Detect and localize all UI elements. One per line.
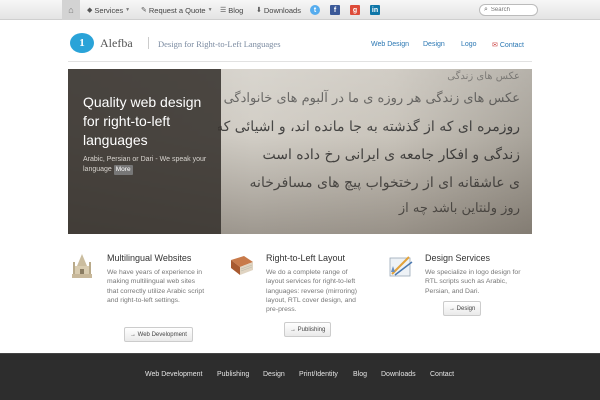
nav-contact[interactable]: ✉ Contact bbox=[492, 41, 524, 49]
footer-link-design[interactable]: Design bbox=[263, 371, 285, 378]
nav-design[interactable]: Design bbox=[423, 41, 445, 48]
chevron-down-icon: ▼ bbox=[207, 7, 213, 13]
footer-link-publishing[interactable]: Publishing bbox=[217, 371, 249, 378]
downloads-label: Downloads bbox=[263, 5, 301, 15]
footer-link-blog[interactable]: Blog bbox=[353, 371, 367, 378]
feature-title-rtl-layout: Right-to-Left Layout bbox=[266, 253, 346, 263]
monument-icon bbox=[72, 254, 92, 278]
publishing-button[interactable]: → Publishing bbox=[284, 322, 332, 337]
footer: Web Development Publishing Design Print/… bbox=[0, 353, 600, 400]
downloads-link[interactable]: ⬇ Downloads bbox=[256, 0, 301, 20]
google-plus-icon[interactable]: g bbox=[350, 5, 360, 15]
home-icon: ⌂ bbox=[68, 5, 74, 15]
home-button[interactable]: ⌂ bbox=[62, 0, 80, 20]
feature-text-multilingual: We have years of experience in making mu… bbox=[107, 269, 205, 304]
hero-title: Quality web design for right-to-left lan… bbox=[83, 94, 202, 148]
pencil-icon: ✎ bbox=[141, 7, 147, 14]
feature-title-multilingual: Multilingual Websites bbox=[107, 253, 192, 263]
design-tools-icon bbox=[389, 256, 413, 277]
facebook-icon[interactable]: f bbox=[330, 5, 340, 15]
services-menu[interactable]: ◆ Services ▼ bbox=[87, 0, 130, 20]
hero-banner: عکس های زندگی عکس های زندگی هر روزه ی ما… bbox=[68, 69, 532, 234]
request-quote-menu[interactable]: ✎ Request a Quote ▼ bbox=[141, 0, 213, 20]
search-input[interactable] bbox=[490, 7, 531, 13]
footer-link-downloads[interactable]: Downloads bbox=[381, 371, 416, 378]
book-icon bbox=[231, 256, 253, 275]
chevron-down-icon: ▼ bbox=[125, 7, 131, 13]
logo-glyph: 1 bbox=[79, 37, 85, 49]
feature-text-rtl-layout: We do a complete range of layout service… bbox=[266, 269, 358, 314]
download-icon: ⬇ bbox=[256, 7, 262, 14]
header-divider bbox=[68, 61, 532, 62]
nav-contact-label: Contact bbox=[499, 42, 524, 49]
search-icon[interactable]: ⌕ bbox=[484, 6, 488, 14]
design-button[interactable]: → Design bbox=[443, 301, 482, 316]
hero-caption: Quality web design for right-to-left lan… bbox=[68, 69, 221, 234]
logo-mark[interactable]: 1 bbox=[70, 33, 94, 53]
nav-logo[interactable]: Logo bbox=[461, 41, 477, 48]
blog-label: Blog bbox=[228, 5, 244, 15]
twitter-icon[interactable]: t bbox=[310, 5, 320, 15]
feature-text-design-services: We specialize in logo design for RTL scr… bbox=[425, 269, 521, 295]
blog-link[interactable]: ☰ Blog bbox=[220, 0, 243, 20]
footer-link-print-identity[interactable]: Print/Identity bbox=[299, 371, 338, 378]
logo-name[interactable]: Alefba bbox=[100, 36, 133, 51]
linkedin-icon[interactable]: in bbox=[370, 5, 380, 15]
search-box: ⌕ bbox=[479, 4, 538, 16]
logo-divider bbox=[148, 37, 149, 49]
envelope-icon: ✉ bbox=[492, 42, 498, 49]
request-quote-label: Request a Quote bbox=[148, 5, 206, 15]
site-tagline: Design for Right-to-Left Languages bbox=[158, 39, 281, 49]
list-icon: ☰ bbox=[220, 7, 227, 14]
nav-web-design[interactable]: Web Design bbox=[371, 41, 409, 48]
services-label: Services bbox=[94, 5, 124, 15]
hero-text: Arabic, Persian or Dari - We speak your … bbox=[83, 155, 213, 175]
footer-link-contact[interactable]: Contact bbox=[430, 371, 454, 378]
tag-icon: ◆ bbox=[87, 7, 93, 14]
feature-title-design-services: Design Services bbox=[425, 253, 491, 263]
footer-link-web-development[interactable]: Web Development bbox=[145, 371, 202, 378]
more-button[interactable]: More bbox=[113, 165, 133, 175]
top-bar: ⌂ ◆ Services ▼ ✎ Request a Quote ▼ ☰ Blo… bbox=[0, 0, 600, 20]
hero-description: Arabic, Persian or Dari - We speak your … bbox=[83, 156, 207, 173]
web-development-button[interactable]: → Web Development bbox=[124, 327, 193, 342]
